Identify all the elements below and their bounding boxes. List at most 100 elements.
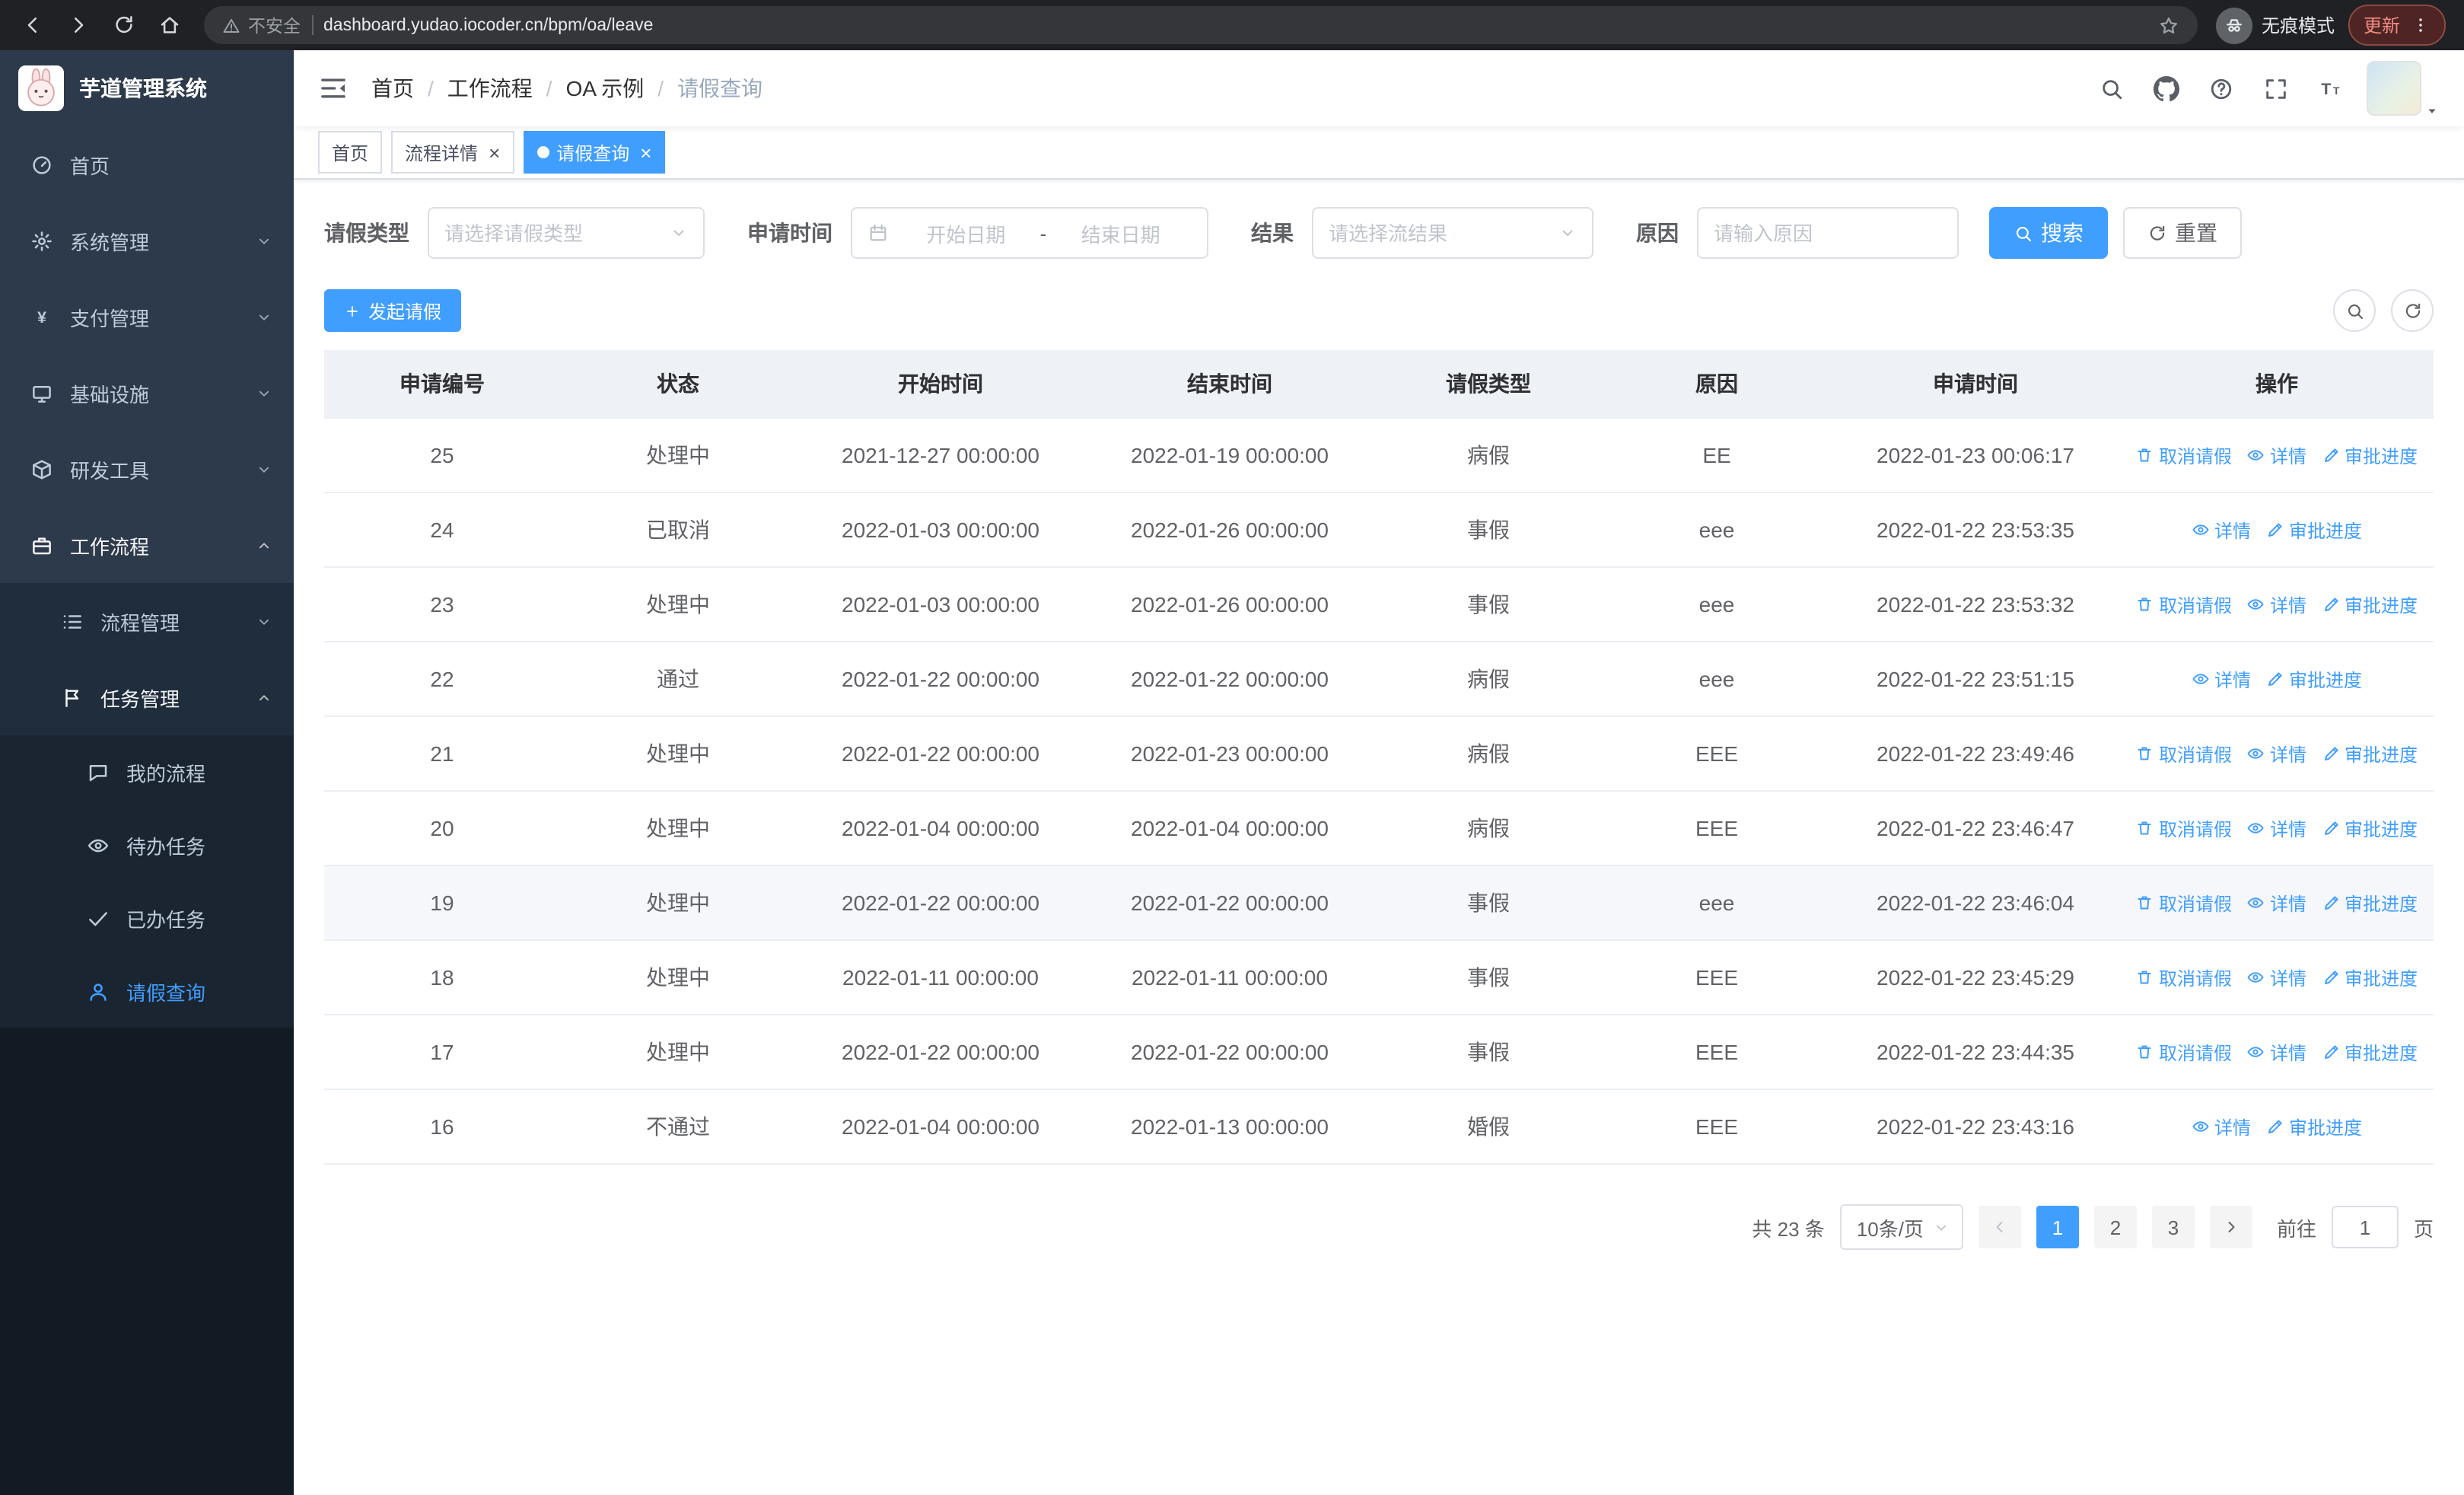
caret-down-icon[interactable] — [2424, 104, 2440, 119]
result-input[interactable] — [1329, 222, 1549, 244]
sidebar-item-infrastructure[interactable]: 基础设施 — [0, 355, 294, 431]
reason-input[interactable] — [1714, 222, 1942, 244]
approval-progress-link[interactable]: 审批进度 — [2266, 1114, 2362, 1140]
result-select[interactable] — [1312, 207, 1593, 259]
help-button[interactable] — [2196, 64, 2245, 113]
approval-progress-link[interactable]: 审批进度 — [2322, 1039, 2418, 1065]
detail-link[interactable]: 详情 — [2247, 1039, 2306, 1065]
sidebar-item-system-mgmt[interactable]: 系统管理 — [0, 202, 294, 279]
sidebar-item-process-mgmt[interactable]: 流程管理 — [0, 583, 294, 659]
approval-progress-link[interactable]: 审批进度 — [2322, 442, 2418, 468]
url-text: dashboard.yudao.iocoder.cn/bpm/oa/leave — [323, 16, 654, 34]
approval-progress-link[interactable]: 审批进度 — [2322, 591, 2418, 617]
kebab-menu-icon[interactable] — [2411, 15, 2431, 35]
breadcrumb-item[interactable]: 工作流程 — [447, 73, 533, 104]
cancel-leave-link[interactable]: 取消请假 — [2136, 591, 2232, 617]
detail-link[interactable]: 详情 — [2192, 517, 2251, 543]
sidebar-logo-row[interactable]: 芋道管理系统 — [0, 50, 294, 126]
approval-progress-link[interactable]: 审批进度 — [2322, 890, 2418, 916]
tab-close-icon[interactable]: × — [640, 142, 651, 162]
tab-close-icon[interactable]: × — [489, 142, 500, 162]
search-button[interactable]: 搜索 — [1989, 207, 2108, 259]
prev-page-button[interactable] — [1978, 1206, 2021, 1248]
approval-progress-link[interactable]: 审批进度 — [2322, 815, 2418, 841]
sidebar-item-leave-query[interactable]: 请假查询 — [0, 955, 294, 1028]
approval-progress-link[interactable]: 审批进度 — [2266, 517, 2362, 543]
tab-home[interactable]: 首页 — [318, 131, 383, 174]
leave-type-label: 请假类型 — [324, 221, 409, 245]
next-page-button[interactable] — [2209, 1206, 2252, 1248]
sidebar-collapse-icon[interactable] — [318, 73, 349, 104]
home-button[interactable] — [149, 5, 189, 45]
cancel-leave-link[interactable]: 取消请假 — [2136, 442, 2232, 468]
tab-process-detail[interactable]: 流程详情 × — [391, 131, 514, 174]
detail-link[interactable]: 详情 — [2192, 666, 2251, 692]
detail-link[interactable]: 详情 — [2247, 815, 2306, 841]
toggle-search-button[interactable] — [2333, 289, 2376, 332]
goto-page-input[interactable] — [2331, 1206, 2399, 1248]
page-button-1[interactable]: 1 — [2036, 1206, 2079, 1248]
sidebar-item-payment-mgmt[interactable]: ¥ 支付管理 — [0, 279, 294, 355]
cell-id: 17 — [430, 1040, 454, 1064]
detail-link[interactable]: 详情 — [2247, 890, 2306, 916]
avatar[interactable] — [2367, 61, 2421, 116]
chevron-right-icon — [2222, 1218, 2240, 1236]
sidebar-item-task-mgmt[interactable]: 任务管理 — [0, 659, 294, 735]
security-indicator[interactable]: 不安全 — [222, 13, 301, 37]
address-bar[interactable]: 不安全 dashboard.yudao.iocoder.cn/bpm/oa/le… — [204, 6, 2198, 44]
cancel-leave-link[interactable]: 取消请假 — [2136, 890, 2232, 916]
breadcrumb-item[interactable]: 首页 — [371, 73, 414, 104]
cancel-leave-link[interactable]: 取消请假 — [2136, 815, 2232, 841]
cancel-leave-link[interactable]: 取消请假 — [2136, 1039, 2232, 1065]
search-icon — [2098, 75, 2124, 101]
detail-link[interactable]: 详情 — [2247, 442, 2306, 468]
detail-link[interactable]: 详情 — [2247, 964, 2306, 990]
sidebar-item-my-process[interactable]: 我的流程 — [0, 735, 294, 808]
action-label: 取消请假 — [2158, 1042, 2232, 1063]
apply-time-range-picker[interactable]: 开始日期 - 结束日期 — [851, 207, 1208, 259]
sidebar-item-workflow[interactable]: 工作流程 — [0, 507, 294, 583]
page-button-2[interactable]: 2 — [2093, 1206, 2137, 1248]
leave-type-input[interactable] — [444, 222, 661, 244]
tab-label: 首页 — [332, 142, 369, 164]
sidebar-item-todo-tasks[interactable]: 待办任务 — [0, 808, 294, 881]
sidebar-item-done-tasks[interactable]: 已办任务 — [0, 881, 294, 955]
chevron-up-icon — [256, 689, 272, 706]
search-button[interactable] — [2087, 64, 2135, 113]
sidebar-item-dev-tools[interactable]: 研发工具 — [0, 431, 294, 507]
forward-button[interactable] — [58, 5, 97, 45]
filter-result: 结果 — [1251, 207, 1593, 259]
sidebar-item-label: 工作流程 — [70, 535, 150, 558]
leave-type-select[interactable] — [428, 207, 705, 259]
bookmark-star-icon[interactable] — [2158, 14, 2179, 36]
create-leave-button[interactable]: 发起请假 — [324, 289, 462, 332]
reset-button[interactable]: 重置 — [2123, 207, 2242, 259]
tab-leave-query[interactable]: 请假查询 × — [523, 131, 666, 174]
sidebar-item-home[interactable]: 首页 — [0, 126, 294, 202]
approval-progress-link[interactable]: 审批进度 — [2322, 741, 2418, 767]
detail-link[interactable]: 详情 — [2247, 591, 2306, 617]
fullscreen-button[interactable] — [2251, 64, 2300, 113]
page-button-3[interactable]: 3 — [2151, 1206, 2195, 1248]
cancel-leave-link[interactable]: 取消请假 — [2136, 741, 2232, 767]
breadcrumb-separator: / — [546, 76, 552, 100]
github-button[interactable] — [2141, 64, 2190, 113]
approval-progress-link[interactable]: 审批进度 — [2266, 666, 2362, 692]
start-date-placeholder[interactable]: 开始日期 — [895, 218, 1037, 247]
approval-progress-link[interactable]: 审批进度 — [2322, 964, 2418, 990]
chevron-up-icon — [256, 537, 272, 553]
breadcrumb-item[interactable]: OA 示例 — [566, 73, 645, 104]
reason-field[interactable] — [1697, 207, 1959, 259]
page-size-select[interactable]: 10条/页 — [1839, 1204, 1963, 1250]
breadcrumb: 首页 / 工作流程 / OA 示例 / 请假查询 — [371, 73, 762, 104]
cancel-leave-link[interactable]: 取消请假 — [2136, 964, 2232, 990]
detail-link[interactable]: 详情 — [2192, 1114, 2251, 1140]
browser-update-button[interactable]: 更新 — [2348, 5, 2446, 46]
font-size-button[interactable]: TT — [2306, 64, 2354, 113]
back-button[interactable] — [12, 5, 52, 45]
detail-link[interactable]: 详情 — [2247, 741, 2306, 767]
reload-button[interactable] — [103, 5, 143, 45]
refresh-table-button[interactable] — [2391, 289, 2434, 332]
refresh-icon — [2402, 301, 2422, 320]
end-date-placeholder[interactable]: 结束日期 — [1049, 218, 1192, 247]
